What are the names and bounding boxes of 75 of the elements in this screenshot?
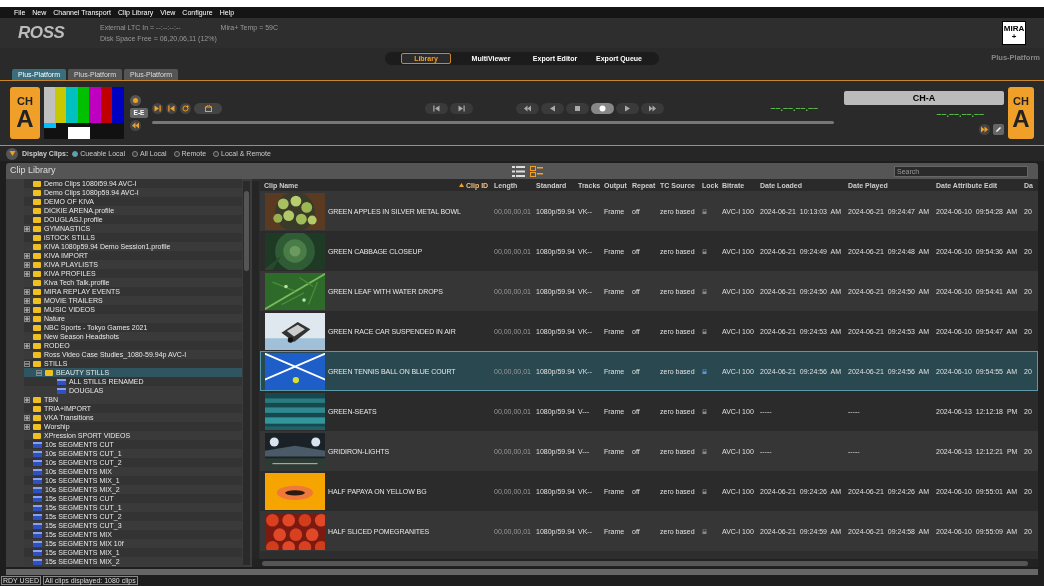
expand-icon[interactable] bbox=[24, 252, 30, 259]
lock-icon[interactable] bbox=[702, 208, 707, 214]
radio-button[interactable] bbox=[132, 150, 139, 157]
collapse-button[interactable] bbox=[6, 147, 18, 160]
expand-icon[interactable] bbox=[24, 315, 30, 322]
expand-icon[interactable] bbox=[24, 306, 30, 313]
lock-icon[interactable] bbox=[702, 408, 707, 414]
play-icon bbox=[624, 105, 631, 112]
fast-forward-icon bbox=[981, 126, 988, 134]
radio-button[interactable] bbox=[213, 150, 220, 157]
expand-icon[interactable] bbox=[24, 342, 30, 349]
skip-forward-icon bbox=[458, 105, 465, 112]
next-clip-button[interactable] bbox=[450, 103, 473, 114]
scrollbar[interactable] bbox=[252, 559, 1038, 567]
stop-button[interactable] bbox=[566, 103, 589, 114]
scrollbar[interactable] bbox=[243, 181, 250, 565]
fast-forward-button[interactable] bbox=[641, 103, 664, 114]
expand-icon[interactable] bbox=[24, 423, 30, 430]
mark-in-button[interactable] bbox=[152, 103, 163, 114]
collapse-icon[interactable] bbox=[36, 369, 42, 376]
rewind-icon bbox=[524, 105, 531, 112]
play-reverse-icon bbox=[549, 105, 556, 112]
previous-clip-button[interactable] bbox=[425, 103, 448, 114]
mira-logo: MIRA + bbox=[1002, 21, 1026, 45]
timecode-display: ––.––.––.–– bbox=[770, 101, 818, 115]
scrub-bar[interactable] bbox=[152, 121, 834, 125]
caret-icon bbox=[8, 150, 16, 157]
grid-view-icon[interactable] bbox=[529, 165, 543, 177]
radio-button[interactable] bbox=[173, 150, 180, 157]
expand-icon[interactable] bbox=[24, 261, 30, 268]
lock-icon[interactable] bbox=[702, 328, 707, 334]
lock-icon[interactable] bbox=[702, 488, 707, 494]
fast-forward-button[interactable] bbox=[979, 124, 990, 136]
rewind-button[interactable] bbox=[130, 120, 141, 131]
loop-icon bbox=[182, 105, 189, 112]
expand-icon[interactable] bbox=[24, 270, 30, 277]
skip-forward-icon bbox=[154, 105, 161, 112]
skip-back-icon bbox=[168, 105, 175, 112]
pencil-icon bbox=[995, 126, 1002, 134]
rewind-icon bbox=[132, 122, 139, 129]
channel-badge: CH A bbox=[1008, 87, 1034, 139]
play-button[interactable] bbox=[616, 103, 639, 114]
timecode-display: ––.––.––.–– bbox=[936, 107, 984, 121]
lock-icon[interactable] bbox=[702, 248, 707, 254]
record-icon bbox=[599, 105, 606, 112]
skip-back-icon bbox=[433, 105, 440, 112]
expand-icon[interactable] bbox=[24, 297, 30, 304]
collapse-icon[interactable] bbox=[24, 360, 30, 367]
logo: ROSS bbox=[18, 22, 66, 45]
play-reverse-button[interactable] bbox=[541, 103, 564, 114]
mark-out-button[interactable] bbox=[166, 103, 177, 114]
circle-icon bbox=[132, 97, 139, 104]
loop-button[interactable] bbox=[180, 103, 191, 114]
list-view-icon[interactable] bbox=[511, 165, 525, 177]
cue-button[interactable] bbox=[194, 103, 222, 114]
lock-icon[interactable] bbox=[702, 448, 707, 454]
lock-icon[interactable] bbox=[702, 528, 707, 534]
panel-title: Clip Library bbox=[10, 164, 56, 178]
expand-icon[interactable] bbox=[24, 288, 30, 295]
fast-forward-icon bbox=[649, 105, 656, 112]
lock-icon[interactable] bbox=[702, 368, 707, 374]
sort-ascending-icon[interactable] bbox=[459, 183, 464, 187]
record-button[interactable] bbox=[591, 103, 614, 114]
expand-icon[interactable] bbox=[24, 414, 30, 421]
radio-button[interactable] bbox=[72, 150, 79, 157]
expand-icon[interactable] bbox=[24, 225, 30, 232]
audio-button[interactable] bbox=[130, 95, 141, 106]
edit-button[interactable] bbox=[993, 124, 1004, 136]
channel-name: CH-A bbox=[844, 90, 1004, 105]
stop-icon bbox=[574, 105, 581, 112]
lock-icon[interactable] bbox=[702, 288, 707, 294]
expand-icon[interactable] bbox=[24, 396, 30, 403]
scrollbar[interactable] bbox=[252, 181, 259, 559]
fast-rewind-button[interactable] bbox=[516, 103, 539, 114]
channel-badge: CH A bbox=[10, 87, 40, 139]
